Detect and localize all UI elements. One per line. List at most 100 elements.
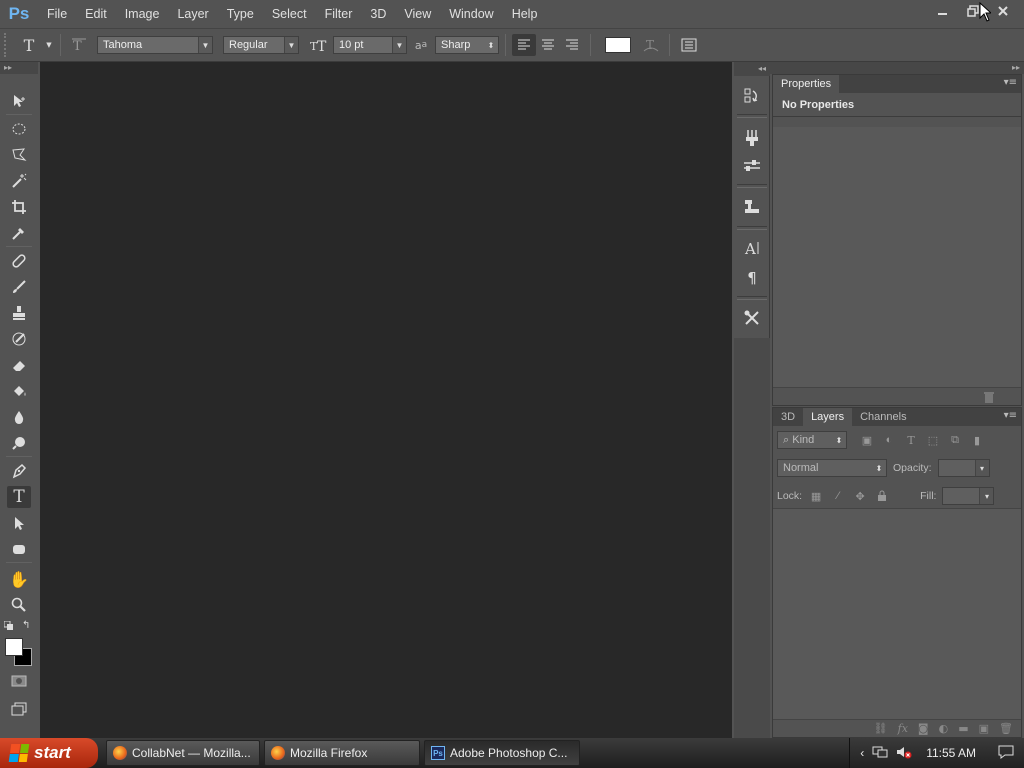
menu-type[interactable]: Type xyxy=(218,0,263,28)
notification-icon[interactable] xyxy=(998,745,1014,762)
brushes-panel-icon[interactable] xyxy=(740,126,764,150)
character-panel-icon[interactable]: A xyxy=(740,236,764,260)
foreground-color-swatch[interactable] xyxy=(5,638,23,656)
trash-icon[interactable]: 🗑 xyxy=(999,722,1013,735)
align-right-icon[interactable] xyxy=(560,34,584,56)
eraser-icon[interactable] xyxy=(7,354,31,376)
quick-mask-icon[interactable] xyxy=(7,670,31,692)
layer-mask-icon[interactable]: ◙ xyxy=(918,722,929,735)
align-left-icon[interactable] xyxy=(512,34,536,56)
antialias-select[interactable]: Sharp ⬍ xyxy=(435,36,499,54)
menu-file[interactable]: File xyxy=(38,0,76,28)
layers-list[interactable] xyxy=(773,508,1021,720)
new-group-icon[interactable]: ▬ xyxy=(958,722,968,735)
panel-menu-icon[interactable]: ▾≡ xyxy=(1004,410,1017,421)
clone-source-panel-icon[interactable] xyxy=(740,154,764,178)
pen-icon[interactable] xyxy=(7,460,31,482)
taskbar-item-firefox[interactable]: Mozilla Firefox xyxy=(264,740,420,766)
font-style-select[interactable]: Regular ▼ xyxy=(223,36,299,54)
menu-filter[interactable]: Filter xyxy=(316,0,362,28)
filter-toggle-icon[interactable]: ▮ xyxy=(969,432,985,448)
tab-3d[interactable]: 3D xyxy=(773,408,803,426)
rounded-rect-icon[interactable] xyxy=(7,538,31,560)
menu-edit[interactable]: Edit xyxy=(76,0,116,28)
align-center-icon[interactable] xyxy=(536,34,560,56)
tools-panel-icon[interactable] xyxy=(740,306,764,330)
taskbar-item-photoshop[interactable]: Ps Adobe Photoshop C... xyxy=(424,740,580,766)
brush-icon[interactable] xyxy=(7,276,31,298)
link-layers-icon[interactable]: ⛓ xyxy=(874,722,888,735)
screen-mode-icon[interactable] xyxy=(7,698,31,720)
close-icon[interactable] xyxy=(990,1,1016,21)
options-grip[interactable] xyxy=(4,33,10,57)
bandage-icon[interactable] xyxy=(7,250,31,272)
dodge-icon[interactable] xyxy=(7,432,31,454)
pixel-filter-icon[interactable]: ▣ xyxy=(859,432,875,448)
lock-pixels-icon[interactable]: ⁄ xyxy=(830,488,846,504)
network-icon[interactable] xyxy=(872,745,888,762)
character-panel-icon[interactable] xyxy=(676,34,702,56)
font-family-select[interactable]: Tahoma ▼ xyxy=(97,36,213,54)
history-brush-icon[interactable] xyxy=(7,328,31,350)
zoom-icon[interactable] xyxy=(7,594,31,616)
ellipse-marquee-icon[interactable] xyxy=(7,118,31,140)
new-layer-icon[interactable]: ▣ xyxy=(979,722,989,735)
toolbox-collapse-icon[interactable]: ▸▸ xyxy=(0,62,38,74)
panel-menu-icon[interactable]: ▾≡ xyxy=(1004,77,1017,88)
text-orientation-icon[interactable]: T xyxy=(67,34,91,56)
hand-icon[interactable]: ✋ xyxy=(7,568,31,590)
volume-muted-icon[interactable] xyxy=(896,745,912,762)
minimize-icon[interactable] xyxy=(930,1,956,21)
type-filter-icon[interactable]: T xyxy=(903,432,919,448)
menu-window[interactable]: Window xyxy=(440,0,502,28)
opacity-field[interactable]: ▾ xyxy=(937,459,990,477)
adjustment-layer-icon[interactable]: ◐ xyxy=(939,722,949,735)
menu-3d[interactable]: 3D xyxy=(361,0,395,28)
smart-object-filter-icon[interactable]: ⧉ xyxy=(947,432,963,448)
move-icon[interactable] xyxy=(7,90,31,112)
font-size-select[interactable]: 10 pt ▼ xyxy=(333,36,407,54)
adjustment-filter-icon[interactable]: ◐ xyxy=(881,432,897,448)
swap-colors-icon[interactable]: ↰ xyxy=(22,620,30,631)
warp-text-icon[interactable]: T xyxy=(639,34,663,56)
menu-help[interactable]: Help xyxy=(503,0,547,28)
lock-transparency-icon[interactable]: ▦ xyxy=(808,488,824,504)
tab-channels[interactable]: Channels xyxy=(852,408,914,426)
lock-position-icon[interactable]: ✥ xyxy=(852,488,868,504)
tool-presets-panel-icon[interactable] xyxy=(740,194,764,218)
text-color-swatch[interactable] xyxy=(605,37,631,53)
taskbar-item-collabnet[interactable]: CollabNet — Mozilla... xyxy=(106,740,260,766)
drop-icon[interactable] xyxy=(7,406,31,428)
tray-expand-icon[interactable]: ‹ xyxy=(860,746,864,760)
tab-properties[interactable]: Properties xyxy=(773,75,840,93)
filter-kind-select[interactable]: ⌕ Kind ⬍ xyxy=(777,431,847,449)
blend-mode-select[interactable]: Normal ⬍ xyxy=(777,459,887,477)
start-button[interactable]: start xyxy=(0,738,98,768)
stamp-icon[interactable] xyxy=(7,302,31,324)
type-icon[interactable]: T xyxy=(7,486,31,508)
tool-preset-type-icon[interactable]: T xyxy=(14,34,44,56)
tab-layers[interactable]: Layers xyxy=(803,408,853,426)
menu-layer[interactable]: Layer xyxy=(168,0,217,28)
trash-icon[interactable] xyxy=(983,391,995,406)
arrow-icon[interactable] xyxy=(7,512,31,534)
paragraph-panel-icon[interactable]: ¶ xyxy=(740,266,764,290)
magic-wand-icon[interactable] xyxy=(7,170,31,192)
fill-field[interactable]: ▾ xyxy=(942,487,995,505)
fx-icon[interactable]: fx xyxy=(898,722,908,735)
crop-icon[interactable] xyxy=(7,196,31,218)
history-panel-icon[interactable] xyxy=(740,84,764,108)
menu-image[interactable]: Image xyxy=(116,0,169,28)
menu-select[interactable]: Select xyxy=(263,0,316,28)
lock-all-icon[interactable] xyxy=(874,488,890,504)
default-colors-icon[interactable] xyxy=(3,620,14,630)
shape-filter-icon[interactable]: ⬚ xyxy=(925,432,941,448)
eyedropper-icon[interactable] xyxy=(7,222,31,244)
right-panel-collapse-icon[interactable]: ▸▸ xyxy=(770,62,1024,74)
clock[interactable]: 11:55 AM xyxy=(926,746,976,760)
paint-bucket-icon[interactable] xyxy=(7,380,31,402)
dock-collapse-icon[interactable]: ◂◂ xyxy=(734,62,770,76)
polygonal-lasso-icon[interactable] xyxy=(7,144,31,166)
document-canvas-area[interactable] xyxy=(40,62,732,738)
menu-view[interactable]: View xyxy=(395,0,440,28)
